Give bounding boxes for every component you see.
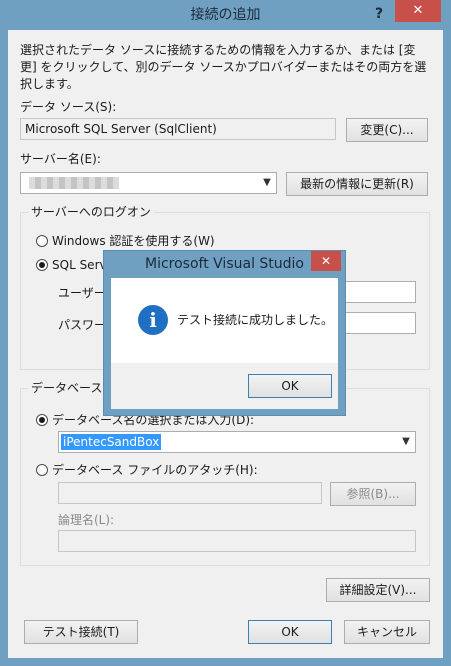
browse-button: 参照(B)...	[330, 482, 416, 506]
windows-auth-label[interactable]: Windows 認証を使用する(W)	[52, 233, 215, 249]
logical-name-label: 論理名(L):	[58, 513, 115, 527]
message-box-footer: OK	[111, 363, 338, 409]
data-source-field: Microsoft SQL Server (SqlClient)	[20, 118, 336, 140]
logical-name-input	[58, 530, 416, 552]
cancel-button[interactable]: キャンセル	[344, 620, 430, 644]
server-combobox[interactable]: ▼	[20, 172, 277, 194]
message-box-close-button[interactable]: ✕	[311, 251, 341, 271]
attach-file-radio[interactable]	[36, 464, 48, 476]
advanced-button[interactable]: 詳細設定(V)...	[326, 578, 430, 602]
attach-file-input	[58, 482, 322, 504]
data-source-label: データ ソース(S):	[20, 100, 117, 114]
chevron-down-icon[interactable]: ▼	[258, 173, 276, 193]
close-button[interactable]: ✕	[395, 0, 441, 22]
database-value: iPentecSandBox	[61, 434, 162, 450]
server-label: サーバー名(E):	[20, 152, 101, 166]
sql-auth-radio[interactable]	[36, 259, 48, 271]
intro-text: 選択されたデータ ソースに接続するための情報を入力するか、または [変更] をク…	[20, 43, 427, 91]
attach-file-label[interactable]: データベース ファイルのアタッチ(H):	[52, 462, 258, 478]
change-button[interactable]: 変更(C)...	[346, 118, 428, 142]
test-connection-button[interactable]: テスト接続(T)	[24, 620, 138, 644]
message-box-title: Microsoft Visual Studio	[145, 256, 304, 272]
refresh-button[interactable]: 最新の情報に更新(R)	[286, 172, 428, 196]
sql-auth-label[interactable]: SQL Serv	[52, 257, 107, 273]
logon-legend: サーバーへのログオン	[28, 204, 154, 220]
message-box-body: i テスト接続に成功しました。	[111, 278, 338, 363]
select-db-radio[interactable]	[36, 414, 48, 426]
info-icon: i	[138, 305, 168, 335]
ok-button[interactable]: OK	[248, 620, 332, 644]
database-combobox[interactable]: iPentecSandBox ▼	[58, 431, 416, 453]
windows-auth-radio[interactable]	[36, 235, 48, 247]
message-box-ok-button[interactable]: OK	[248, 374, 332, 398]
blurred-server-name	[29, 177, 119, 189]
message-box: Microsoft Visual Studio ✕ i テスト接続に成功しました…	[103, 250, 346, 416]
chevron-down-icon[interactable]: ▼	[397, 432, 415, 452]
help-button[interactable]: ?	[368, 4, 390, 24]
message-text: テスト接続に成功しました。	[177, 313, 334, 327]
